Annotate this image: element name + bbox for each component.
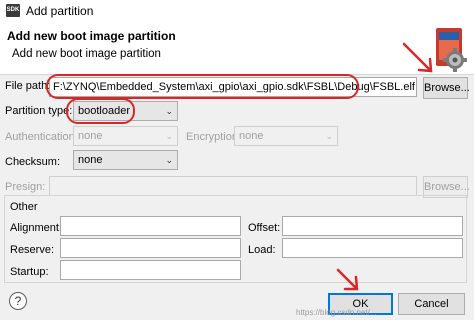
reserve-label: Reserve: [10,244,55,256]
alignment-input[interactable] [60,216,241,236]
wizard-gear-image-icon [436,28,467,72]
sdk-app-icon: SDK [6,4,20,17]
partition-type-label: Partition type: [5,105,73,117]
presign-label: Presign: [5,181,46,193]
title-bar: SDK Add partition [0,0,474,22]
file-path-browse-button[interactable]: Browse... [423,77,470,99]
authentication-select[interactable]: none ⌄ [73,126,178,146]
startup-input[interactable] [60,260,241,280]
encryption-select[interactable]: none ⌄ [234,126,338,146]
offset-label: Offset: [248,222,281,234]
encryption-value: none [239,130,264,142]
load-label: Load: [248,244,276,256]
file-path-input[interactable]: F:\ZYNQ\Embedded_System\axi_gpio\axi_gpi… [49,77,417,97]
file-path-label: File path: [5,80,51,92]
chevron-down-icon: ⌄ [325,131,333,141]
alignment-label: Alignment: [10,222,62,234]
load-input[interactable] [282,238,463,258]
presign-input[interactable] [49,176,417,196]
chevron-down-icon: ⌄ [165,106,173,116]
help-icon[interactable]: ? [9,292,27,310]
window-title: Add partition [26,4,94,18]
reserve-input[interactable] [60,238,241,258]
cancel-button[interactable]: Cancel [398,293,465,315]
partition-type-select[interactable]: bootloader ⌄ [73,101,178,121]
authentication-value: none [78,130,103,142]
chevron-down-icon: ⌄ [165,131,173,141]
offset-input[interactable] [282,216,463,236]
header-description: Add new boot image partition [12,48,161,60]
partition-type-value: bootloader [78,105,130,117]
startup-label: Startup: [10,266,49,278]
checksum-select[interactable]: none ⌄ [73,150,178,170]
other-group-legend: Other [10,201,38,213]
header-title: Add new boot image partition [7,29,176,43]
watermark-text: https://blog.csdn.net/... [296,308,377,317]
checksum-label: Checksum: [5,156,61,168]
checksum-value: none [78,154,103,166]
encryption-label: Encryption: [186,131,242,143]
wizard-header: Add new boot image partition Add new boo… [0,22,474,75]
authentication-label: Authentication: [5,131,78,143]
chevron-down-icon: ⌄ [165,155,173,165]
